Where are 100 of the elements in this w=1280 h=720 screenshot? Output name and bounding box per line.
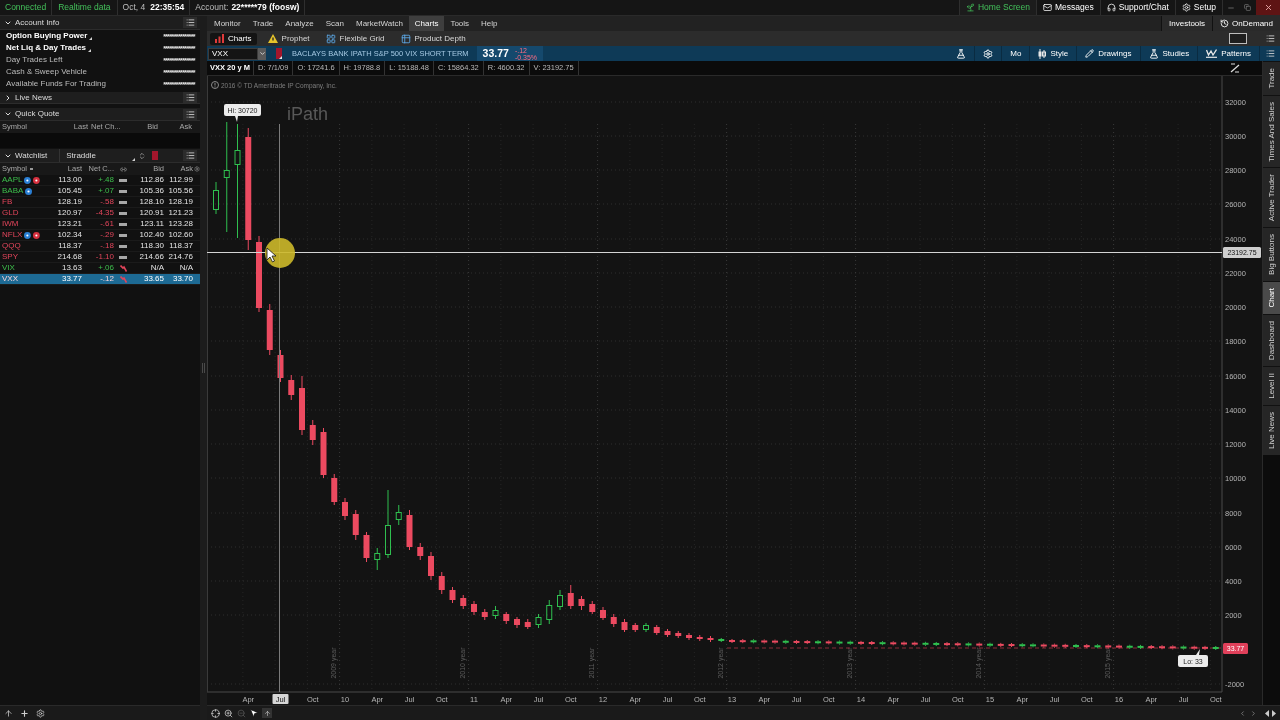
list-selector[interactable]: Straddle	[60, 149, 139, 162]
menu-button[interactable]	[183, 108, 197, 120]
ask-cell-text: 112.99	[168, 176, 193, 184]
scroll-button[interactable]	[1250, 709, 1257, 717]
caret-icon	[258, 50, 266, 57]
menu-button[interactable]	[183, 17, 197, 28]
section-toggle[interactable]: Watchlist	[0, 151, 48, 160]
list-icon	[185, 93, 195, 102]
list-icon	[185, 109, 195, 119]
ask-cell-text: 105.56	[167, 187, 193, 195]
bid-cell-text: 105.36	[138, 187, 164, 195]
view-tab[interactable]: Charts	[210, 32, 257, 45]
side-tab[interactable]: Big Buttons	[1263, 227, 1280, 282]
menu-tab[interactable]: Tools	[444, 16, 476, 31]
symbol-cell: VIX	[2, 264, 15, 272]
envelope-icon	[1042, 3, 1052, 12]
side-tab[interactable]: Trade	[1263, 61, 1280, 95]
time-text: 22:35:54	[150, 3, 185, 12]
corner-marker-icon	[89, 37, 93, 40]
watchlist-row[interactable]: GLD 120.97 -4.35 120.91 121.23	[0, 208, 200, 219]
side-tab[interactable]: Live News	[1263, 404, 1280, 455]
side-tab[interactable]: Level II	[1263, 366, 1280, 405]
scroll-button[interactable]	[1239, 709, 1246, 717]
menu-button[interactable]	[183, 150, 197, 161]
side-tab[interactable]: Times And Sales	[1263, 94, 1280, 168]
net-change-cell-text: -.18	[99, 242, 114, 250]
list-icon	[1265, 34, 1275, 43]
list-icon	[185, 151, 195, 160]
header-link[interactable]: Messages	[1035, 0, 1100, 15]
side-tab[interactable]: Active Trader	[1263, 167, 1280, 228]
last-price-cell-text: 123.21	[56, 220, 82, 228]
menu-tab[interactable]: Monitor	[208, 16, 247, 31]
net-change-cell-text: +.07	[97, 187, 114, 195]
view-tab[interactable]: Product Depth	[395, 32, 471, 45]
menu-tab[interactable]: MarketWatch	[350, 16, 409, 31]
settings-icon	[36, 708, 45, 718]
symbol-cell: QQQ	[2, 242, 21, 250]
toolbar-button[interactable]	[20, 708, 29, 718]
list-icon	[1265, 49, 1275, 58]
ask-cell-text: 214.76	[167, 253, 193, 261]
watchlist-row[interactable]: NFLX 102.34 -.29 102.40 102.60	[0, 230, 200, 241]
sprout-icon	[965, 3, 975, 12]
header-link[interactable]: Investools	[1161, 16, 1213, 31]
ask-cell-text: 123.28	[167, 220, 193, 228]
header-link[interactable]: Setup	[1174, 0, 1222, 15]
bid-cell-text: 214.66	[138, 253, 164, 261]
symbol-cell: GLD	[2, 209, 19, 217]
watchlist-row[interactable]: VXX 33.77 -.12 33.65 33.70	[0, 274, 200, 285]
watchlist-row[interactable]: IWM 123.21 -.61 123.11 123.28	[0, 219, 200, 230]
watchlist-row[interactable]: AAPL 113.00 +.48 112.86 112.99	[0, 175, 200, 186]
last-price-cell-text: 128.19	[56, 198, 82, 206]
net-change-cell-text: -1.10	[94, 253, 114, 261]
ask-cell-text: 102.60	[167, 231, 193, 239]
tag-icon	[276, 48, 282, 59]
close-button[interactable]	[1256, 0, 1280, 15]
symbol-cell: VXX	[2, 275, 18, 283]
field-label: Available Funds For Trading	[6, 80, 106, 88]
header-link[interactable]: OnDemand	[1212, 16, 1280, 31]
bid-cell-text: 123.11	[139, 220, 164, 228]
pencil-icon	[1085, 49, 1095, 58]
last-price-cell-text: 102.34	[56, 231, 82, 239]
view-tab[interactable]: Flexible Grid	[320, 32, 390, 45]
zoom-in-icon	[224, 708, 233, 718]
ask-cell-text: 118.37	[168, 242, 193, 250]
menu-tab[interactable]: Trade	[246, 16, 280, 31]
net-change-cell-text: -4.35	[94, 209, 114, 217]
section-toggle[interactable]: Live News	[0, 93, 52, 102]
menu-tab[interactable]: Analyze	[279, 16, 320, 31]
symbol-input[interactable]: VXX	[208, 47, 258, 60]
section-toggle[interactable]: Account Info	[0, 18, 60, 27]
toolbar-button[interactable]	[222, 708, 235, 718]
menu-button[interactable]	[183, 92, 197, 103]
bid-cell-text: 128.10	[138, 198, 164, 206]
menu-tab[interactable]: Charts	[408, 16, 445, 31]
candlestick-icon	[1038, 48, 1047, 59]
side-tab[interactable]: Chart	[1263, 281, 1280, 314]
settings-icon	[983, 48, 994, 59]
view-tab[interactable]: Prophet	[262, 32, 315, 45]
menu-tab[interactable]: Help	[475, 16, 504, 31]
ask-cell-text: N/A	[178, 264, 193, 272]
menu-button[interactable]	[1263, 48, 1277, 59]
bid-cell-text: 112.86	[139, 176, 164, 184]
header-link[interactable]: Support/Chat	[1099, 0, 1175, 15]
last-price: 33.77	[482, 48, 509, 59]
last-price-cell-text: 113.00	[57, 176, 82, 184]
resize-button[interactable]	[1265, 709, 1276, 717]
layout-button[interactable]	[1229, 33, 1247, 44]
net-change-cell-text: -.12	[99, 275, 114, 283]
watchlist-row[interactable]: QQQ 118.37 -.18 118.30 118.37	[0, 241, 200, 252]
watchlist-row[interactable]: FB 128.19 -.58 128.10 128.19	[0, 197, 200, 208]
header-link[interactable]: Home Screen	[958, 0, 1036, 15]
side-tab[interactable]: Dashboard	[1263, 313, 1280, 367]
info-icon	[211, 81, 219, 89]
watchlist-row[interactable]: SPY 214.68 -1.10 214.66 214.76	[0, 252, 200, 263]
toolbar-button[interactable]	[209, 708, 222, 718]
dropdown-button[interactable]	[258, 47, 266, 60]
watchlist-row[interactable]: BABA 105.45 +.07 105.36 105.56	[0, 186, 200, 197]
toolbar-button[interactable]	[4, 708, 13, 718]
section-toggle[interactable]: Quick Quote	[0, 110, 60, 118]
menu-tab[interactable]: Scan	[319, 16, 350, 31]
